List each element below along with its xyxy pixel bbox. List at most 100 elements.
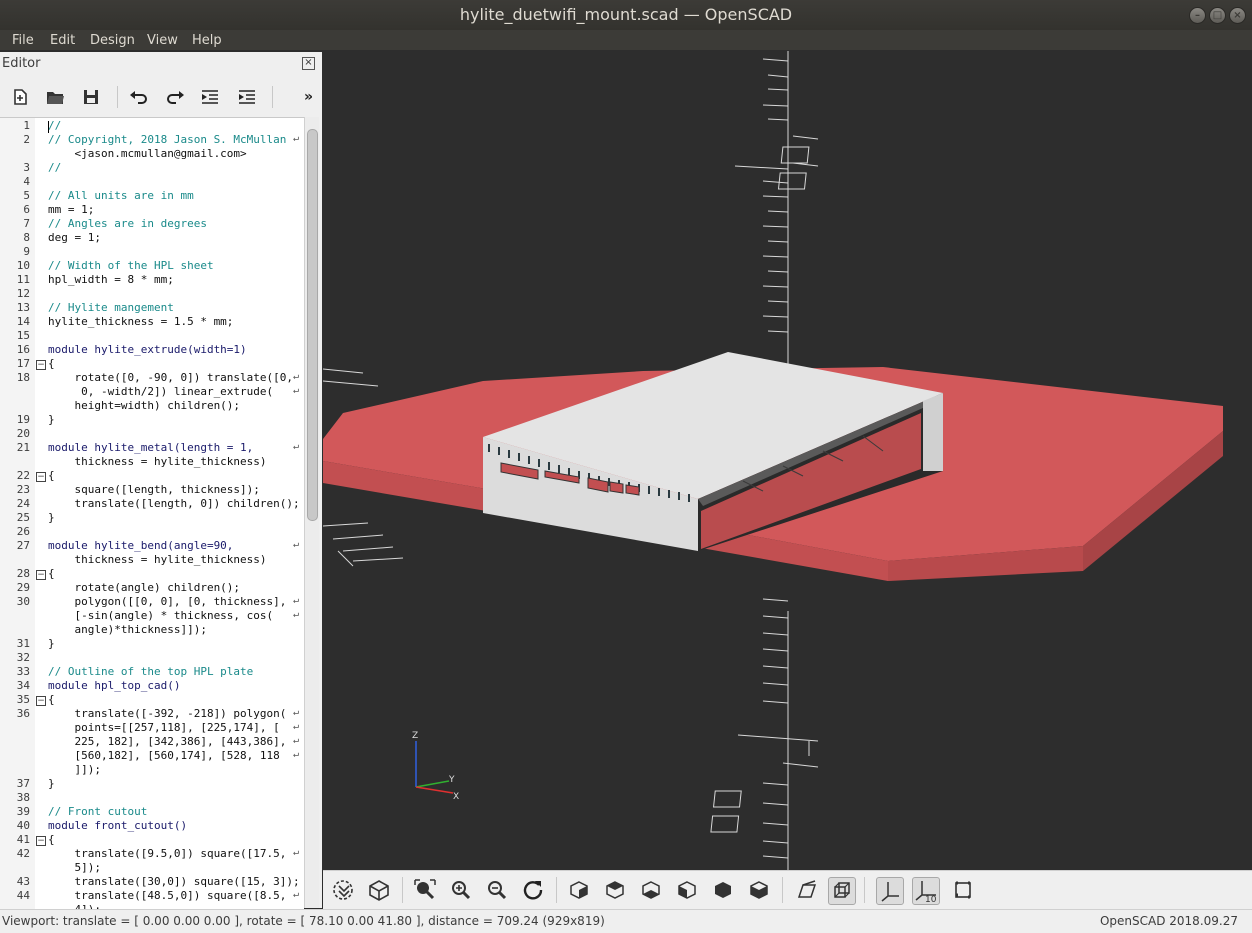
scrollbar-thumb[interactable] — [307, 129, 318, 521]
menu-help-label: Help — [192, 33, 222, 48]
line-number: 1 — [23, 119, 30, 132]
zoom-out-icon[interactable] — [484, 877, 510, 903]
new-file-icon[interactable] — [9, 86, 31, 108]
code-line: module hylite_metal(length = 1, — [48, 441, 254, 454]
version-label: OpenSCAD 2018.09.27 — [1099, 914, 1238, 928]
code-line: // Angles are in degrees — [48, 217, 207, 230]
preview-icon[interactable] — [330, 877, 356, 903]
line-number: 8 — [23, 231, 30, 244]
line-number: 12 — [16, 287, 30, 300]
code-line: 5]); — [48, 861, 101, 874]
code-line: // Outline of the top HPL plate — [48, 665, 254, 678]
menu-design-label: Design — [90, 33, 135, 48]
line-number: 6 — [23, 203, 30, 216]
code-line: thickness = hylite_thickness) — [48, 553, 267, 566]
code-line: 225, 182], [342,386], [443,386], — [48, 735, 287, 748]
window-title: hylite_duetwifi_mount.scad — OpenSCAD — [459, 5, 793, 24]
code-line: hpl_width = 8 * mm; — [48, 273, 174, 286]
code-line: points=[[257,118], [225,174], [ — [48, 721, 280, 734]
orthogonal-icon[interactable] — [828, 877, 856, 905]
wrap-indicator-icon: ↵ — [293, 609, 300, 620]
code-line: { — [48, 357, 55, 370]
line-number: 3 — [23, 161, 30, 174]
fold-marker-icon[interactable]: − — [36, 472, 46, 482]
code-line: module hylite_extrude(width=1) — [48, 343, 247, 356]
wrap-indicator-icon: ↵ — [293, 707, 300, 718]
view-bottom-icon[interactable] — [638, 877, 664, 903]
line-number: 32 — [16, 651, 30, 664]
show-axes-icon[interactable] — [876, 877, 904, 905]
code-line: { — [48, 469, 55, 482]
code-line: } — [48, 637, 55, 650]
save-icon[interactable] — [80, 86, 102, 108]
code-line: } — [48, 511, 55, 524]
wrap-indicator-icon: ↵ — [293, 133, 300, 144]
perspective-icon[interactable] — [794, 877, 820, 903]
toolbar-separator — [272, 86, 273, 108]
code-line: square([length, thickness]); — [48, 483, 260, 496]
zoom-in-icon[interactable] — [448, 877, 474, 903]
view-front-icon[interactable] — [710, 877, 736, 903]
fold-marker-icon[interactable]: − — [36, 696, 46, 706]
3d-viewport[interactable]: Z Y X — [323, 51, 1252, 870]
wrap-indicator-icon: ↵ — [293, 721, 300, 732]
redo-icon[interactable] — [164, 86, 186, 108]
code-line: thickness = hylite_thickness) — [48, 455, 267, 468]
code-line: // All units are in mm — [48, 189, 194, 202]
line-number: 20 — [16, 427, 30, 440]
code-line: { — [48, 567, 55, 580]
close-icon[interactable]: × — [1229, 7, 1246, 24]
editor-scrollbar[interactable] — [304, 117, 319, 908]
view-right-icon[interactable] — [566, 877, 592, 903]
line-number: 31 — [16, 637, 30, 650]
line-number: 38 — [16, 791, 30, 804]
view-left-icon[interactable] — [674, 877, 700, 903]
line-number: 24 — [16, 497, 30, 510]
code-line: rotate([0, -90, 0]) translate([0, — [48, 371, 294, 384]
line-number: 25 — [16, 511, 30, 524]
view-back-icon[interactable] — [746, 877, 772, 903]
wrap-indicator-icon: ↵ — [293, 735, 300, 746]
code-line: // Hylite mangement — [48, 301, 174, 314]
menu-file[interactable]: File — [12, 32, 34, 49]
unindent-icon[interactable] — [199, 86, 221, 108]
menu-design[interactable]: Design — [90, 32, 135, 49]
menu-bar: File Edit Design View Help — [0, 30, 1252, 50]
menu-help[interactable]: Help — [192, 32, 222, 49]
fold-marker-icon[interactable]: − — [36, 836, 46, 846]
code-line: deg = 1; — [48, 231, 101, 244]
code-line: rotate(angle) children(); — [48, 581, 241, 594]
line-number: 30 — [16, 595, 30, 608]
editor-close-icon[interactable]: × — [302, 57, 315, 70]
open-file-icon[interactable] — [44, 86, 66, 108]
show-scale-markers-icon[interactable]: 10 — [912, 877, 940, 905]
code-line: translate([48.5,0]) square([8.5, — [48, 889, 287, 902]
minimize-icon[interactable]: – — [1189, 7, 1206, 24]
code-line: 0, -width/2]) linear_extrude( — [48, 385, 274, 398]
line-number: 11 — [16, 273, 30, 286]
menu-file-label: File — [12, 33, 34, 48]
view-all-icon[interactable] — [412, 877, 438, 903]
maximize-icon[interactable]: □ — [1209, 7, 1226, 24]
render-icon[interactable] — [366, 877, 392, 903]
fold-marker-icon[interactable]: − — [36, 360, 46, 370]
reset-view-icon[interactable] — [520, 877, 546, 903]
line-number: 42 — [16, 847, 30, 860]
code-editor[interactable]: 1 2 3 4 5 6 7 8 9 10 11 12 13 14 15 16 17 18 19 20 21 22 23 24 2… — [0, 117, 304, 909]
view-top-icon[interactable] — [602, 877, 628, 903]
menu-view[interactable]: View — [147, 32, 178, 49]
menu-edit[interactable]: Edit — [50, 32, 75, 49]
svg-text:10: 10 — [925, 895, 937, 905]
code-line: [-sin(angle) * thickness, cos( — [48, 609, 274, 622]
fold-marker-icon[interactable]: − — [36, 570, 46, 580]
line-number: 22 — [16, 469, 30, 482]
indent-icon[interactable] — [236, 86, 258, 108]
editor-title: Editor — [2, 56, 41, 71]
line-number: 19 — [16, 413, 30, 426]
show-edges-icon[interactable] — [950, 877, 976, 903]
toolbar-separator — [556, 877, 557, 903]
more-icon[interactable]: » — [304, 89, 313, 105]
line-number: 2 — [23, 133, 30, 146]
code-line: module hylite_bend(angle=90, — [48, 539, 234, 552]
undo-icon[interactable] — [128, 86, 150, 108]
